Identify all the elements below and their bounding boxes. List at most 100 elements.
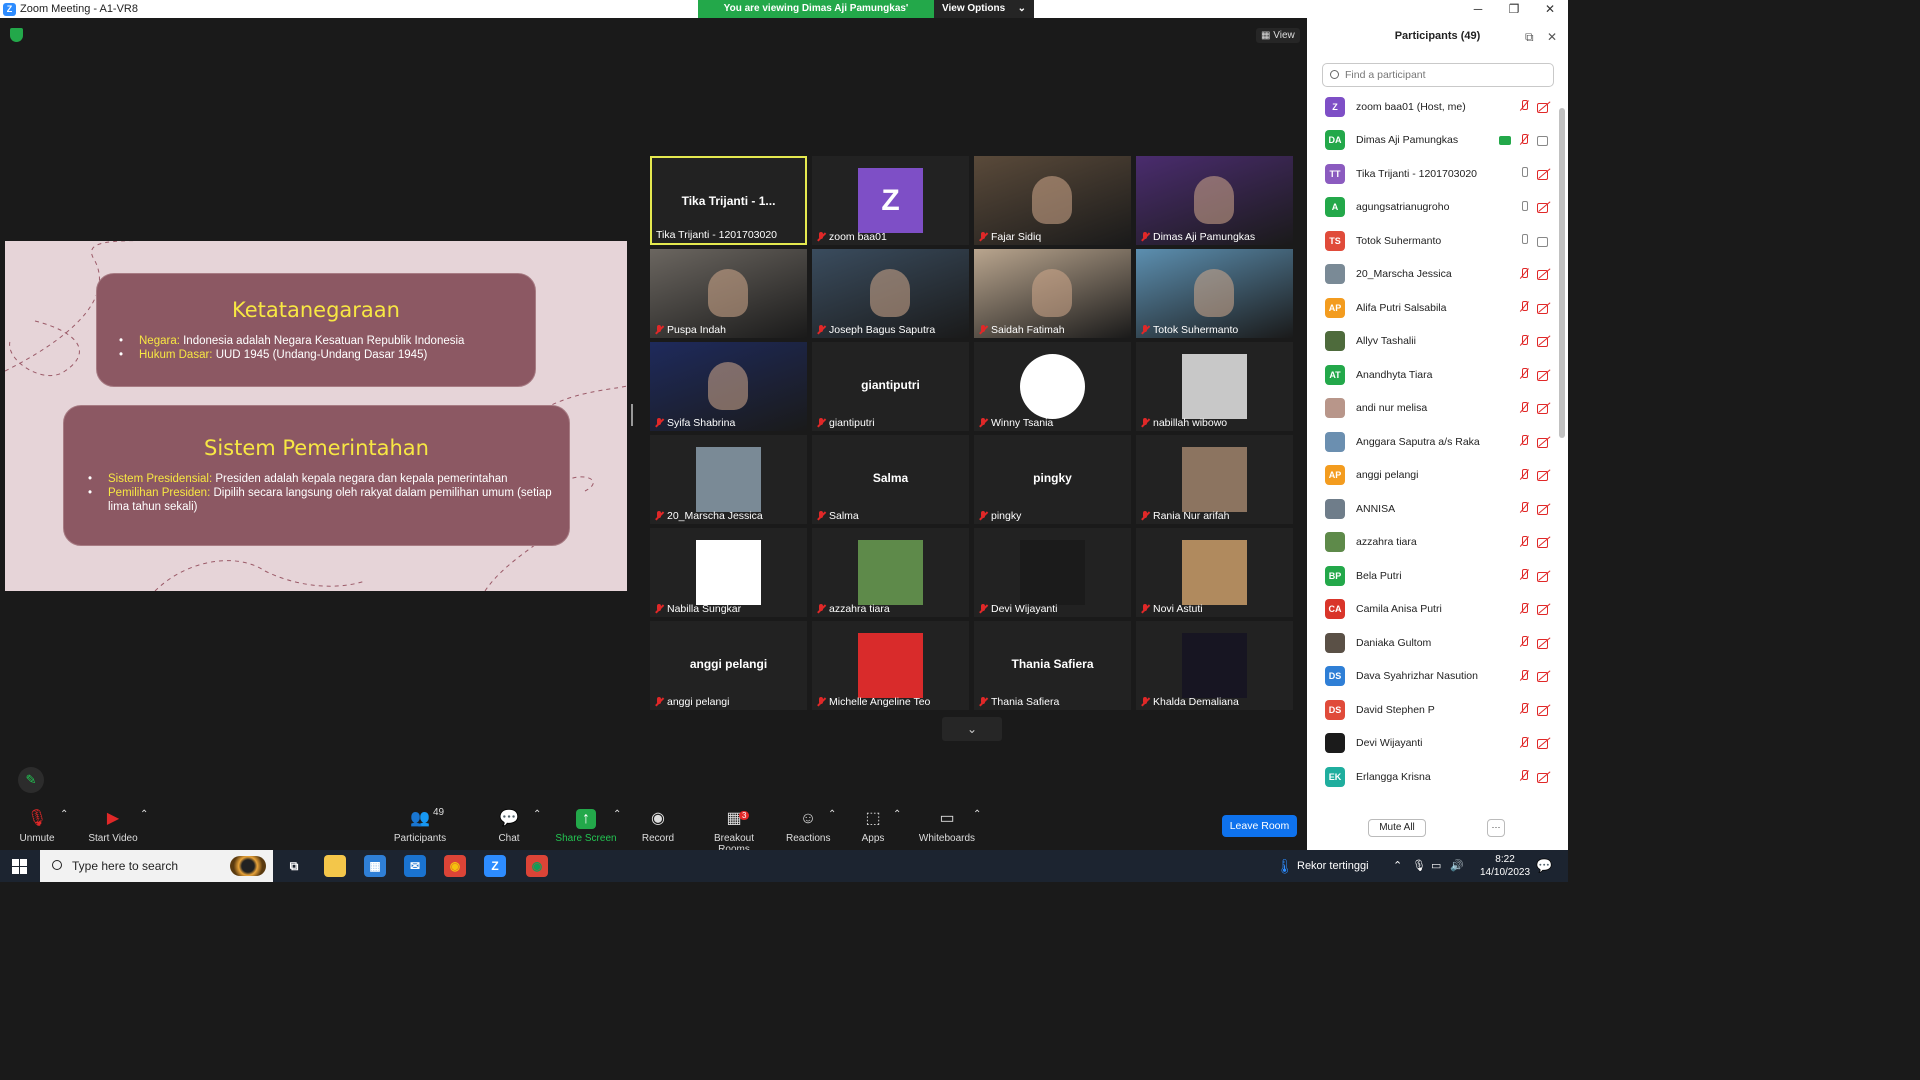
security-shield-icon[interactable] xyxy=(10,28,23,42)
view-options-button[interactable]: View Options ⌄ xyxy=(934,0,1034,18)
participant-row[interactable]: AT Anandhyta Tiara xyxy=(1307,358,1557,392)
reactions-options-caret[interactable]: ⌃ xyxy=(828,809,836,820)
more-options-button[interactable]: ··· xyxy=(1487,819,1505,837)
task-view-icon[interactable]: ⧉ xyxy=(283,855,305,877)
apps-button[interactable]: ⬚ Apps xyxy=(860,809,886,844)
notifications-icon[interactable]: 💬 xyxy=(1536,850,1552,882)
panel-scrollbar[interactable] xyxy=(1559,108,1565,438)
mic-muted-icon[interactable] xyxy=(1518,502,1530,515)
audio-options-caret[interactable]: ⌃ xyxy=(60,809,68,820)
video-tile[interactable]: Devi Wijayanti xyxy=(974,528,1131,617)
video-tile[interactable]: Zzoom baa01 xyxy=(812,156,969,245)
leave-room-button[interactable]: Leave Room xyxy=(1222,815,1297,837)
video-tile[interactable]: giantiputri giantiputri xyxy=(812,342,969,431)
participant-search-input[interactable]: Find a participant xyxy=(1322,63,1554,87)
minimize-icon[interactable]: ─ xyxy=(1460,0,1496,18)
mic-muted-icon[interactable] xyxy=(1518,636,1530,649)
mic-icon[interactable] xyxy=(1518,234,1530,247)
mic-muted-icon[interactable] xyxy=(1518,569,1530,582)
mic-icon[interactable] xyxy=(1518,167,1530,180)
taskbar-search-input[interactable]: Type here to search xyxy=(40,850,273,882)
video-tile[interactable]: Tika Trijanti - 1... Tika Trijanti - 1201… xyxy=(650,156,807,245)
mail-icon[interactable]: ✉ xyxy=(404,855,426,877)
chat-button[interactable]: 💬 Chat xyxy=(494,809,524,844)
video-tile[interactable]: Joseph Bagus Saputra xyxy=(812,249,969,338)
breakout-rooms-button[interactable]: ▦ 3 Breakout Rooms xyxy=(697,809,771,855)
file-explorer-icon[interactable]: ▬ xyxy=(324,855,346,877)
popout-icon[interactable]: ⧉ xyxy=(1525,30,1534,45)
annotate-pen-icon[interactable]: ✎ xyxy=(18,767,44,793)
mic-muted-icon[interactable] xyxy=(1518,770,1530,783)
mic-muted-icon[interactable] xyxy=(1518,669,1530,683)
participant-row[interactable]: Aagungsatrianugroho xyxy=(1307,191,1557,225)
store-icon[interactable]: ▦ xyxy=(364,855,386,877)
zoom-taskbar-icon[interactable]: Z xyxy=(484,855,506,877)
chrome-icon[interactable]: ◉ xyxy=(444,855,466,877)
mic-muted-icon[interactable] xyxy=(1518,100,1530,113)
video-tile[interactable]: Syifa Shabrina xyxy=(650,342,807,431)
video-tile[interactable]: Fajar Sidiq xyxy=(974,156,1131,245)
participant-row[interactable]: 20_Marscha Jessica xyxy=(1307,258,1557,292)
video-tile[interactable]: pingky pingky xyxy=(974,435,1131,524)
chrome-profile-icon[interactable]: ◉ xyxy=(526,855,548,877)
participant-row[interactable]: Zzoom baa01 (Host, me) xyxy=(1307,90,1557,124)
video-tile[interactable]: Totok Suhermanto xyxy=(1136,249,1293,338)
mic-muted-icon[interactable] xyxy=(1518,535,1530,549)
participant-row[interactable]: Devi Wijayanti xyxy=(1307,727,1557,761)
network-icon[interactable]: ▭ xyxy=(1431,850,1441,882)
view-button[interactable]: ▦ View xyxy=(1256,28,1300,43)
close-panel-icon[interactable]: ✕ xyxy=(1547,30,1557,44)
mic-muted-icon[interactable] xyxy=(1518,703,1530,716)
mute-all-button[interactable]: Mute All xyxy=(1368,819,1426,837)
participant-row[interactable]: CA Camila Anisa Putri xyxy=(1307,593,1557,627)
share-options-caret[interactable]: ⌃ xyxy=(613,809,621,820)
video-tile[interactable]: Khalda Demaliana xyxy=(1136,621,1293,710)
mic-muted-icon[interactable] xyxy=(1518,435,1530,448)
video-tile[interactable]: Nabilla Sungkar xyxy=(650,528,807,617)
mic-tray-icon[interactable]: 🎙 xyxy=(1412,850,1426,882)
participant-row[interactable]: Daniaka Gultom xyxy=(1307,626,1557,660)
video-options-caret[interactable]: ⌃ xyxy=(140,809,148,820)
video-tile[interactable]: Saidah Fatimah xyxy=(974,249,1131,338)
video-tile[interactable]: Novi Astuti xyxy=(1136,528,1293,617)
video-tile[interactable]: azzahra tiara xyxy=(812,528,969,617)
gallery-scroll-down-button[interactable]: ⌄ xyxy=(942,717,1002,741)
mic-muted-icon[interactable] xyxy=(1518,267,1530,281)
share-screen-button[interactable]: ↑ Share Screen xyxy=(555,809,617,844)
participant-row[interactable]: Anggara Saputra a/s Raka xyxy=(1307,425,1557,459)
start-video-button[interactable]: ▶ Start Video xyxy=(86,809,140,844)
participant-row[interactable]: AP Alifa Putri Salsabila xyxy=(1307,291,1557,325)
video-tile[interactable]: Dimas Aji Pamungkas xyxy=(1136,156,1293,245)
taskbar-clock[interactable]: 8:22 14/10/2023 xyxy=(1480,853,1530,879)
volume-icon[interactable]: 🔊 xyxy=(1450,850,1464,882)
whiteboards-options-caret[interactable]: ⌃ xyxy=(973,809,981,820)
video-tile[interactable]: nabillah wibowo xyxy=(1136,342,1293,431)
mic-muted-icon[interactable] xyxy=(1518,602,1530,616)
participant-row[interactable]: AP anggi pelangi xyxy=(1307,459,1557,493)
mic-muted-icon[interactable] xyxy=(1518,736,1530,750)
chevron-up-icon[interactable]: ⌃ xyxy=(1393,850,1402,882)
whiteboards-button[interactable]: ▭ Whiteboards xyxy=(918,809,976,844)
participant-row[interactable]: Allyv Tashalii xyxy=(1307,325,1557,359)
participant-row[interactable]: TS Totok Suhermanto xyxy=(1307,224,1557,258)
participant-row[interactable]: andi nur melisa xyxy=(1307,392,1557,426)
participant-row[interactable]: DS David Stephen P xyxy=(1307,693,1557,727)
mic-muted-icon[interactable] xyxy=(1518,334,1530,348)
video-tile[interactable]: Salma Salma xyxy=(812,435,969,524)
mic-muted-icon[interactable] xyxy=(1518,368,1530,381)
participant-row[interactable]: EK Erlangga Krisna xyxy=(1307,760,1557,794)
video-tile[interactable]: anggi pelangi anggi pelangi xyxy=(650,621,807,710)
participants-button[interactable]: 👥 49 Participants xyxy=(390,807,450,844)
apps-options-caret[interactable]: ⌃ xyxy=(893,809,901,820)
chat-options-caret[interactable]: ⌃ xyxy=(533,809,541,820)
reactions-button[interactable]: ☺ Reactions xyxy=(786,809,830,844)
mic-muted-icon[interactable] xyxy=(1518,401,1530,415)
mic-muted-icon[interactable] xyxy=(1518,301,1530,314)
record-button[interactable]: ◉ Record xyxy=(641,809,675,844)
participant-row[interactable]: azzahra tiara xyxy=(1307,526,1557,560)
video-tile[interactable]: Michelle Angeline Teo xyxy=(812,621,969,710)
participant-row[interactable]: ANNISA xyxy=(1307,492,1557,526)
video-tile[interactable]: Thania Safiera Thania Safiera xyxy=(974,621,1131,710)
video-tile[interactable]: Rania Nur arifah xyxy=(1136,435,1293,524)
close-icon[interactable]: ✕ xyxy=(1532,0,1568,18)
